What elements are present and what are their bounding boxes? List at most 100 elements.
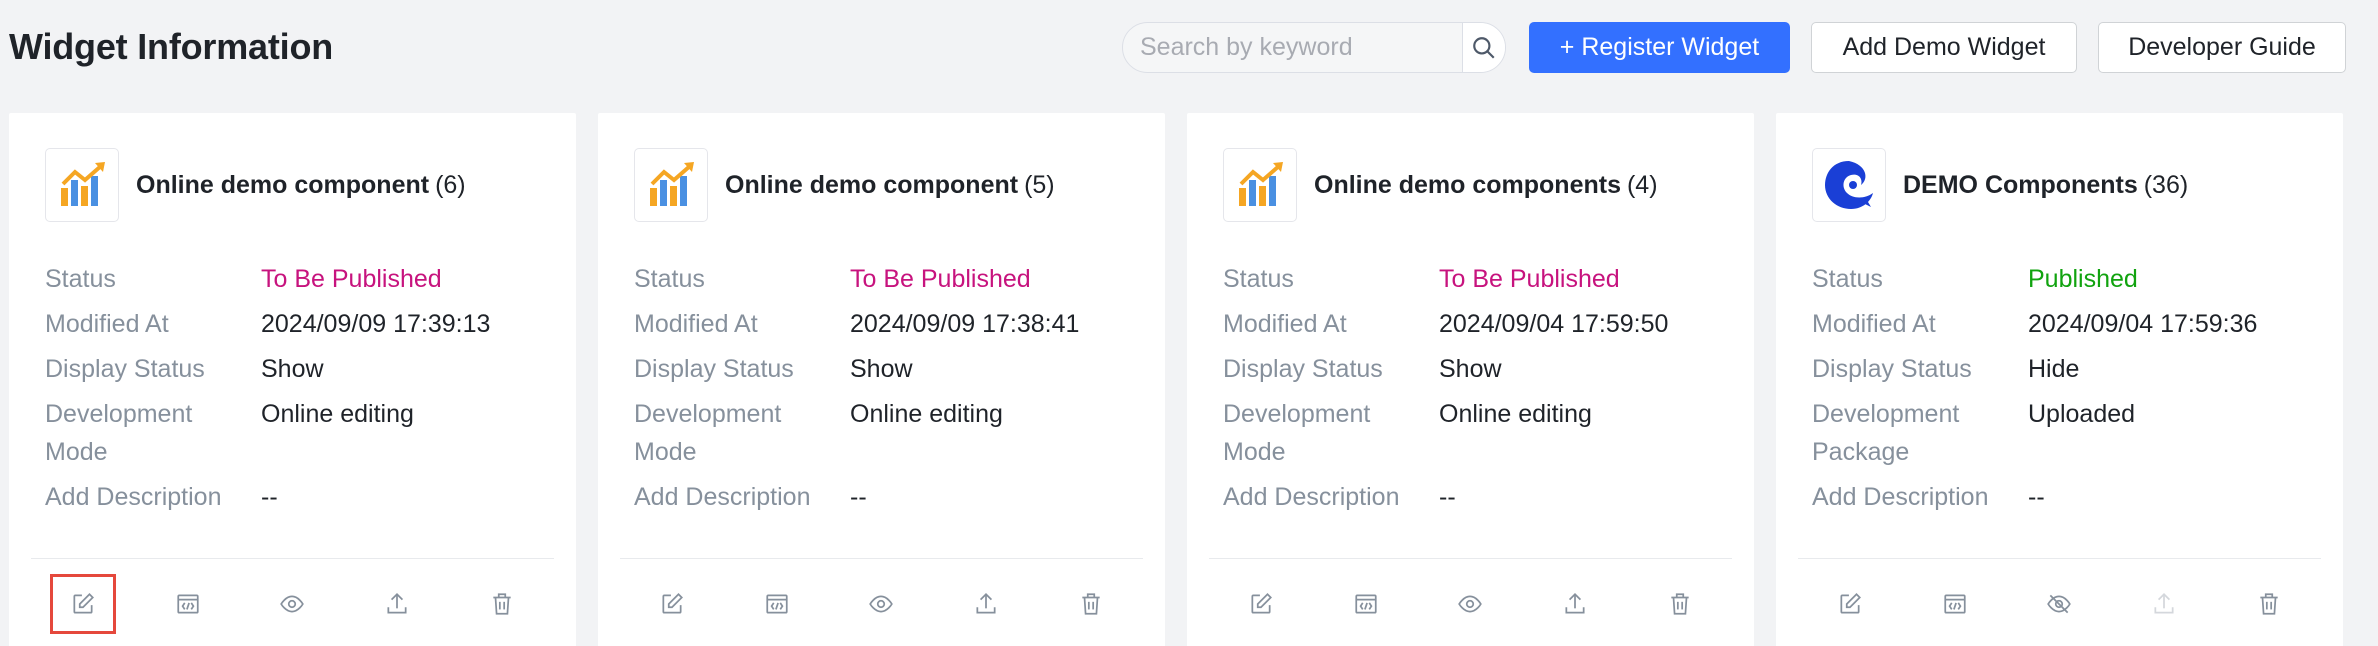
description-value: -- [1439, 483, 1456, 511]
code-button[interactable] [155, 574, 221, 634]
display-status-label: Display Status [45, 355, 205, 383]
trash-icon [1082, 593, 1100, 615]
edit-button[interactable] [50, 574, 117, 634]
status-label: Status [1223, 265, 1294, 293]
status-value: To Be Published [1439, 265, 1620, 293]
publish-button[interactable] [953, 574, 1019, 634]
widget-card: DEMO Components (36) Status Published Modi… [1776, 113, 2343, 646]
search-input[interactable] [1123, 23, 1462, 72]
bar-chart-logo-icon [1239, 162, 1283, 206]
preview-button[interactable] [848, 574, 914, 634]
card-count: (36) [2143, 170, 2189, 199]
delete-button[interactable] [2236, 574, 2302, 634]
development-mode-label: Development Mode [1223, 400, 1371, 466]
description-value: -- [2028, 483, 2045, 511]
demo-logo-icon [1825, 161, 1873, 209]
card-count: (5) [1024, 170, 1055, 199]
code-button[interactable] [744, 574, 810, 634]
edit-button[interactable] [1817, 574, 1883, 634]
eye-icon [1458, 595, 1483, 613]
card-title[interactable]: Online demo component (5) [725, 171, 1055, 200]
widget-card-list: Online demo component (6) Status To Be Pub… [9, 113, 2365, 646]
preview-button[interactable] [1437, 574, 1503, 634]
display-status-value: Hide [2028, 355, 2080, 383]
edit-button[interactable] [1228, 574, 1294, 634]
modified-label: Modified At [45, 310, 169, 338]
search-button[interactable] [1462, 23, 1505, 72]
display-status-label: Display Status [634, 355, 794, 383]
development-mode-label: Development Mode [45, 400, 193, 466]
delete-button[interactable] [469, 574, 535, 634]
delete-button[interactable] [1058, 574, 1124, 634]
show-button[interactable] [2026, 574, 2092, 634]
card-title[interactable]: Online demo component (6) [136, 171, 466, 200]
page-title: Widget Information [9, 26, 334, 67]
widget-logo [1812, 148, 1886, 222]
developer-guide-button[interactable]: Developer Guide [2098, 22, 2346, 73]
description-label: Add Description [1812, 483, 1989, 511]
code-icon [1944, 594, 1966, 614]
code-button[interactable] [1333, 574, 1399, 634]
divider [1798, 558, 2321, 559]
publish-button[interactable] [364, 574, 430, 634]
modified-label: Modified At [1223, 310, 1347, 338]
card-info: Status To Be Published Modified At 2024/09… [45, 260, 555, 523]
card-title-text: DEMO Components [1903, 170, 2138, 199]
card-info: Status Published Modified At 2024/09/04 17… [1812, 260, 2322, 523]
trash-icon [493, 593, 511, 615]
widget-card: Online demo component (5) Status To Be Pub… [598, 113, 1165, 646]
code-icon [1355, 594, 1377, 614]
edit-button[interactable] [639, 574, 705, 634]
card-title[interactable]: Online demo components (4) [1314, 171, 1658, 200]
status-value: Published [2028, 265, 2138, 293]
add-demo-widget-button[interactable]: Add Demo Widget [1811, 22, 2077, 73]
card-title-text: Online demo components [1314, 170, 1621, 199]
upload-icon [387, 593, 407, 614]
divider [620, 558, 1143, 559]
upload-icon [1565, 593, 1585, 614]
card-actions [1209, 574, 1732, 634]
development-mode-label: Development Mode [634, 400, 782, 466]
card-info: Status To Be Published Modified At 2024/09… [1223, 260, 1733, 523]
card-title[interactable]: DEMO Components (36) [1903, 171, 2188, 200]
preview-button[interactable] [259, 574, 325, 634]
search-icon [1473, 36, 1495, 59]
trash-icon [1671, 593, 1689, 615]
bar-chart-logo-icon [61, 162, 105, 206]
delete-button[interactable] [1647, 574, 1713, 634]
description-label: Add Description [1223, 483, 1400, 511]
upload-icon [2154, 593, 2174, 614]
card-title-text: Online demo component [725, 170, 1019, 199]
development-mode-value: Online editing [261, 400, 414, 428]
development-package-label: Development Package [1812, 400, 1960, 466]
modified-value: 2024/09/09 17:38:41 [850, 310, 1080, 338]
card-header: Online demo component (5) [634, 148, 1055, 222]
edit-icon [1840, 593, 1862, 614]
code-button[interactable] [1922, 574, 1988, 634]
toolbar: + Register Widget Add Demo Widget Develo… [1122, 22, 2346, 73]
status-label: Status [634, 265, 705, 293]
upload-icon [976, 593, 996, 614]
modified-value: 2024/09/09 17:39:13 [261, 310, 491, 338]
card-header: Online demo components (4) [1223, 148, 1658, 222]
widget-card: Online demo components (4) Status To Be Pu… [1187, 113, 1754, 646]
modified-value: 2024/09/04 17:59:50 [1439, 310, 1669, 338]
card-count: (6) [435, 170, 466, 199]
status-value: To Be Published [850, 265, 1031, 293]
eye-off-icon [2047, 594, 2072, 614]
search-box [1122, 22, 1506, 73]
register-widget-button[interactable]: + Register Widget [1529, 22, 1790, 73]
edit-icon [662, 593, 684, 614]
card-info: Status To Be Published Modified At 2024/09… [634, 260, 1144, 523]
bar-chart-logo-icon [650, 162, 694, 206]
trash-icon [2260, 593, 2278, 615]
code-icon [766, 594, 788, 614]
card-actions [31, 574, 554, 634]
publish-button[interactable] [2131, 574, 2197, 634]
display-status-label: Display Status [1223, 355, 1383, 383]
development-mode-value: Online editing [850, 400, 1003, 428]
description-label: Add Description [45, 483, 222, 511]
modified-label: Modified At [634, 310, 758, 338]
publish-button[interactable] [1542, 574, 1608, 634]
display-status-value: Show [261, 355, 324, 383]
